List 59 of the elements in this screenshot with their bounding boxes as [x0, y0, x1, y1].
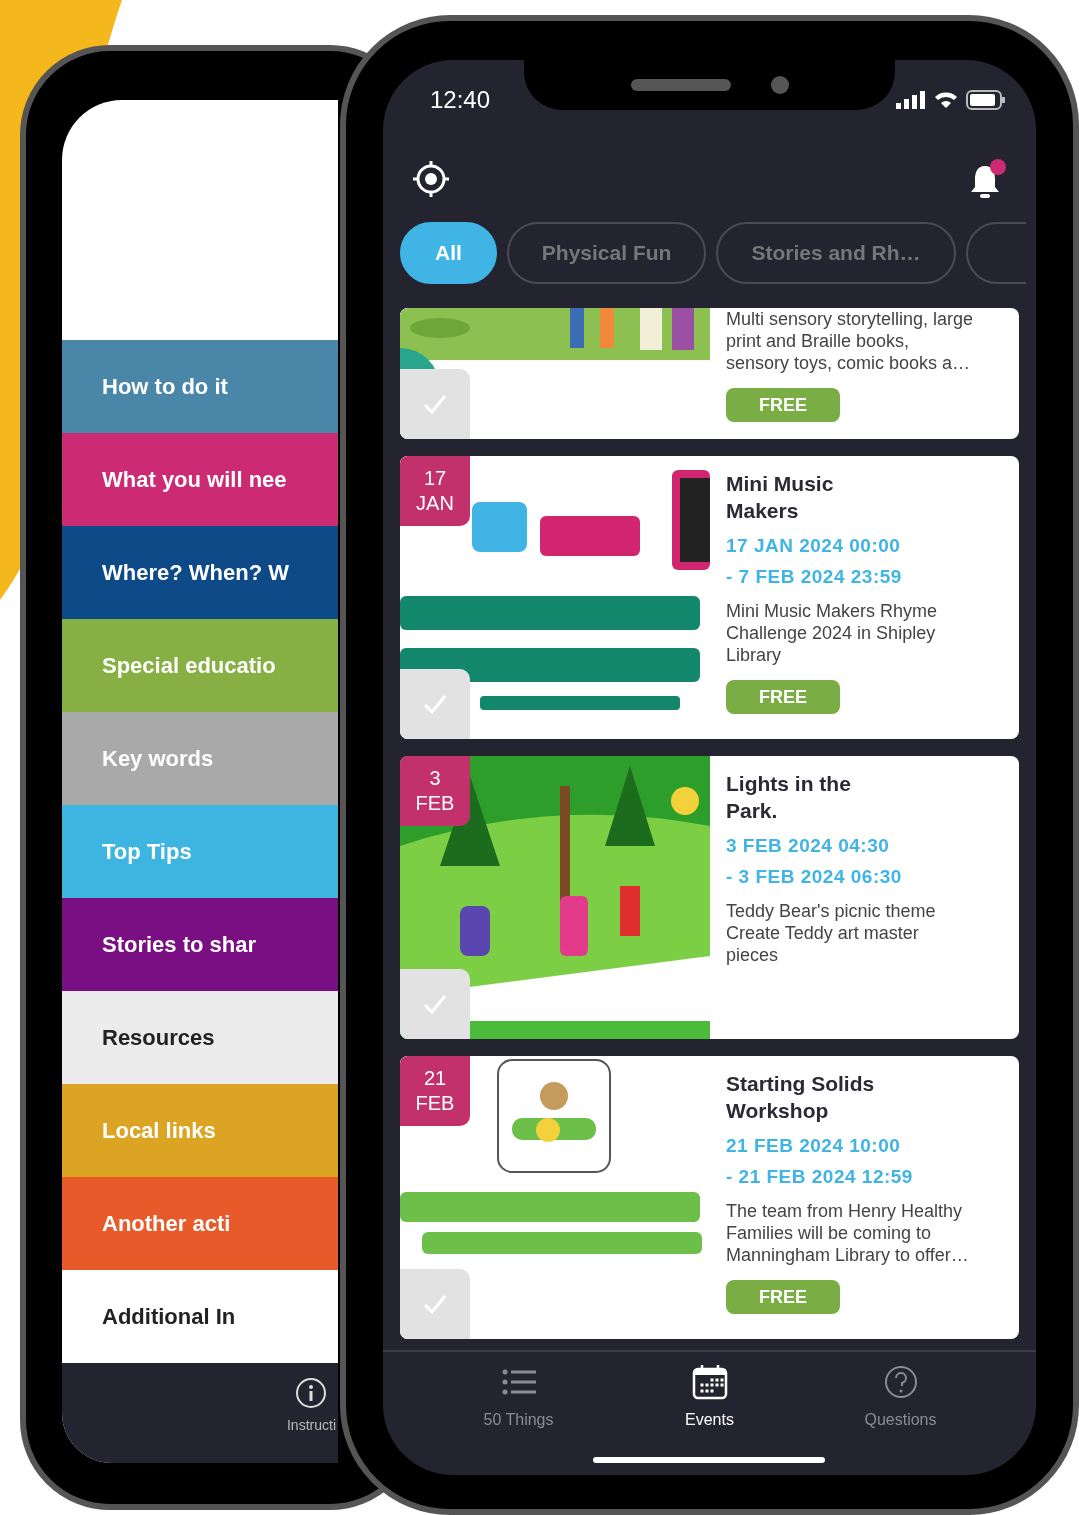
event-title: Mini Music Makers: [726, 471, 835, 524]
event-end: - 21 FEB 2024 12:59: [726, 1165, 914, 1189]
status-time: 12:40: [430, 85, 491, 115]
signal-icon: [896, 91, 926, 109]
date-day: 17: [423, 466, 447, 491]
check-icon: [423, 694, 447, 714]
date-day: 21: [423, 1066, 447, 1091]
section-item[interactable]: Another acti: [62, 1177, 338, 1270]
locate-icon: [411, 159, 451, 199]
date-day: 3: [429, 766, 441, 791]
checkbox[interactable]: [400, 669, 470, 739]
section-item[interactable]: How to do it: [62, 340, 338, 433]
event-start: 21 FEB 2024 10:00: [726, 1134, 902, 1158]
section-item[interactable]: Resources: [62, 991, 338, 1084]
checkbox[interactable]: [400, 369, 470, 439]
section-item[interactable]: Where? When? W: [62, 526, 338, 619]
event-card[interactable]: 17 JAN Mini Music Makers 17 JAN 2024 00:00 - 7 FEB 2024 23:59 Mini Music Makers Rhyme Challenge 2024 in Shipley Library FREE: [400, 456, 1019, 739]
nav-tab[interactable]: Events: [634, 1364, 785, 1432]
bell-icon: [968, 163, 1002, 199]
price-tag: FREE: [726, 1280, 840, 1314]
check-icon: [423, 394, 447, 414]
event-description: Multi sensory storytelling, large print and Braille books, sensory toys, comic books a…: [726, 308, 974, 374]
filter-chip[interactable]: Stories and Rh…: [716, 222, 956, 284]
notifications-button[interactable]: [968, 159, 1006, 199]
event-end: - 7 FEB 2024 23:59: [726, 565, 903, 589]
list-icon: [501, 1369, 536, 1395]
event-card[interactable]: 21 FEB Starting Solids Workshop 21 FEB 2024 10:00 - 21 FEB 2024 12:59 The team from Henry Healthy Families will be coming to Manningham Library to offer… FREE: [400, 1056, 1019, 1339]
calendar-icon: [691, 1364, 728, 1400]
filter-chip-edge[interactable]: [965, 222, 1026, 284]
event-start: 3 FEB 2024 04:30: [726, 834, 891, 858]
event-start: 17 JAN 2024 00:00: [726, 534, 902, 558]
nav-tab[interactable]: 50 Things: [443, 1364, 594, 1432]
filter-chip[interactable]: Physical Fun: [506, 222, 707, 284]
event-title: Starting Solids Workshop: [726, 1071, 876, 1124]
event-card[interactable]: Multi sensory storytelling, large print and Braille books, sensory toys, comic books a… FREE: [400, 308, 1019, 439]
nav-tab[interactable]: Questions: [825, 1364, 976, 1432]
locate-button[interactable]: [411, 159, 451, 199]
checkbox[interactable]: [400, 969, 470, 1039]
help-icon: [883, 1365, 918, 1399]
checkbox[interactable]: [400, 1269, 470, 1339]
date-month: FEB: [415, 791, 455, 816]
event-end: - 3 FEB 2024 06:30: [726, 865, 903, 889]
check-icon: [423, 1294, 447, 1314]
event-description: Mini Music Makers Rhyme Challenge 2024 in Shipley Library: [726, 600, 939, 666]
price-tag: FREE: [726, 388, 840, 422]
check-icon: [423, 994, 447, 1014]
section-item[interactable]: What you will nee: [62, 433, 338, 526]
event-description: The team from Henry Healthy Families will be coming to Manningham Library to offer…: [726, 1200, 970, 1266]
event-description: Teddy Bear's picnic theme Create Teddy art master pieces: [726, 900, 937, 966]
date-month: FEB: [415, 1091, 455, 1116]
section-item[interactable]: Stories to shar: [62, 898, 338, 991]
price-tag: FREE: [726, 680, 840, 714]
battery-icon: [966, 90, 1006, 110]
date-month: JAN: [416, 491, 454, 516]
event-title: Lights in the Park.: [726, 771, 852, 824]
instructions-tab[interactable]: Instructi: [287, 1377, 336, 1463]
event-card[interactable]: 3 FEB Lights in the Park. 3 FEB 2024 04:30 - 3 FEB 2024 06:30 Teddy Bear's picnic theme Create Teddy art master pieces: [400, 756, 1019, 1039]
wifi-icon: [934, 91, 958, 109]
info-icon: [295, 1377, 328, 1409]
